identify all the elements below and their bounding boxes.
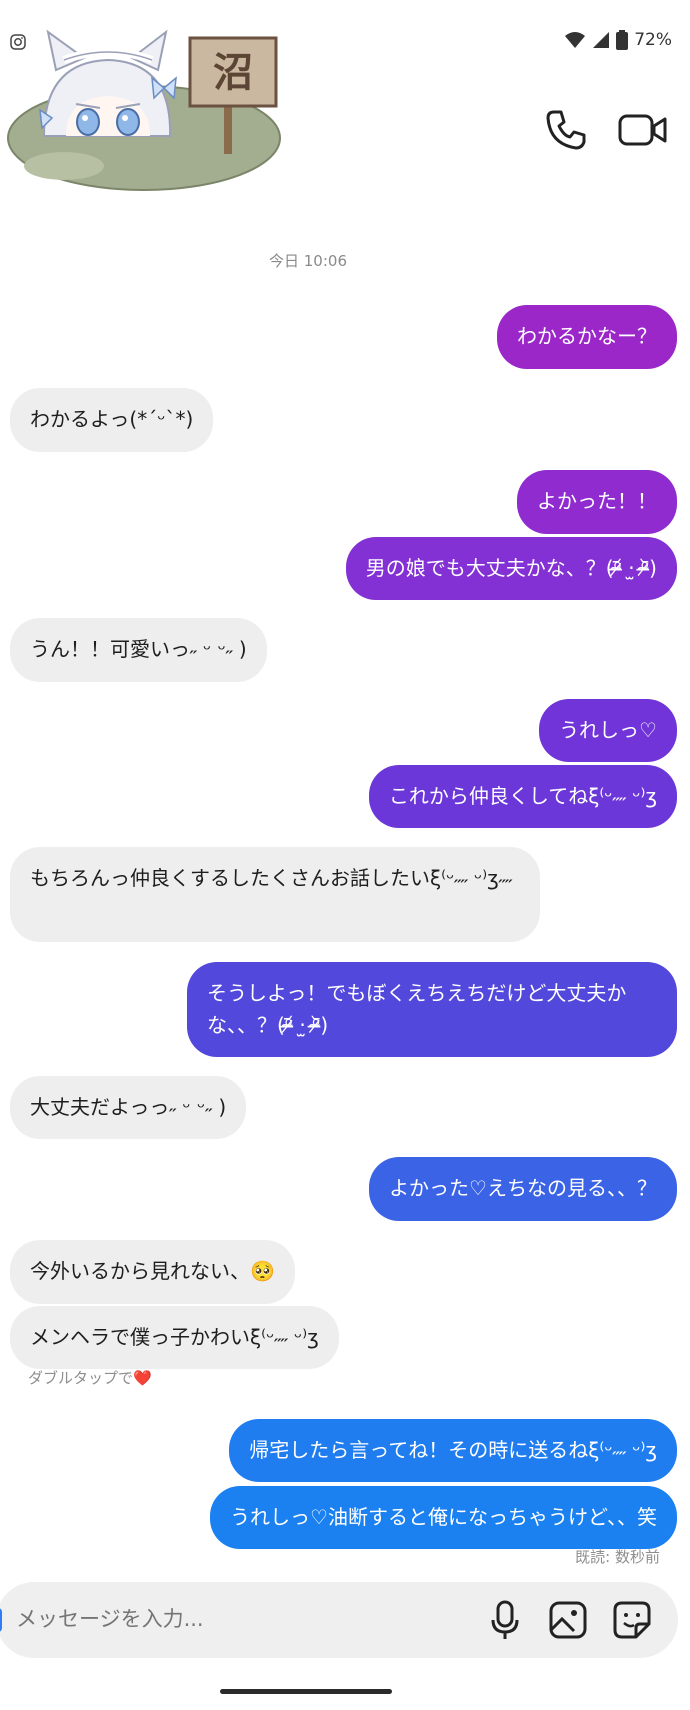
incoming-message[interactable]: もちろんっ仲良くするしたくさんお話したいξ⁽ᵕ˶˶ ᵕ⁾ʒ˶˶ <box>10 847 540 942</box>
incoming-message[interactable]: うん！！可愛いっ˶ ᵕ ᵕ˶ ) <box>10 618 267 682</box>
outgoing-message[interactable]: 帰宅したら言ってね！その時に送るねξ⁽ᵕ˶˶ ᵕ⁾ʒ <box>229 1419 677 1482</box>
incoming-message[interactable]: わかるよっ(*ˊᵕˋ*) <box>10 388 214 452</box>
microphone-icon[interactable] <box>490 1600 520 1640</box>
incoming-message[interactable]: 今外いるから見れない、🥺 <box>10 1240 295 1304</box>
battery-icon <box>616 30 629 50</box>
outgoing-message[interactable]: よかった！！ <box>517 470 677 534</box>
profile-sticker-image[interactable]: 沼 <box>4 18 284 194</box>
sticker-icon[interactable] <box>612 1600 652 1640</box>
signal-icon <box>593 32 610 48</box>
battery-percentage: 72% <box>634 30 672 50</box>
hint-text: ダブルタップで <box>28 1369 134 1387</box>
message-timestamp: 今日 10:06 <box>269 252 347 270</box>
outgoing-message[interactable]: よかった♡えちなの見る、、？ <box>369 1157 677 1221</box>
video-call-icon[interactable] <box>618 108 668 152</box>
incoming-message[interactable]: メンヘラで僕っ子かわいξ⁽ᵕ˶˶ ᵕ⁾ʒ <box>10 1306 339 1369</box>
message-input[interactable] <box>14 1606 458 1632</box>
double-tap-hint: ダブルタップで❤️ <box>28 1367 152 1388</box>
status-indicators: 72% <box>564 30 672 50</box>
wifi-icon <box>565 32 586 48</box>
voice-call-icon[interactable] <box>544 108 588 152</box>
incoming-message[interactable]: 大丈夫だよっっ˶ ᵕ ᵕ˶ ) <box>10 1076 247 1139</box>
outgoing-message[interactable]: そうしよっ！でもぼくえちえちだけど大丈夫かな、、？(ᵒ̴̶̷᷄ ·̫ ᵒ̴̶̷᷅… <box>187 962 677 1057</box>
outgoing-message[interactable]: 男の娘でも大丈夫かな、？(ᵒ̴̶̷᷄ ·̫ ᵒ̴̶̷᷅) <box>345 537 677 600</box>
sticker-sign-text: 沼 <box>213 50 253 96</box>
camera-button-edge[interactable] <box>0 1608 2 1632</box>
image-icon[interactable] <box>548 1600 588 1640</box>
heart-icon: ❤️ <box>133 1369 152 1387</box>
outgoing-message[interactable]: これから仲良くしてねξ⁽ᵕ˶˶ ᵕ⁾ʒ <box>368 765 677 828</box>
home-indicator[interactable] <box>220 1689 392 1694</box>
message-composer <box>0 1582 678 1658</box>
read-receipt: 既読: 数秒前 <box>575 1548 660 1566</box>
outgoing-message[interactable]: うれしっ♡ <box>539 699 677 762</box>
outgoing-message[interactable]: わかるかなー？ <box>497 305 677 369</box>
outgoing-message[interactable]: うれしっ♡油断すると俺になっちゃうけど、、笑 <box>210 1486 677 1549</box>
